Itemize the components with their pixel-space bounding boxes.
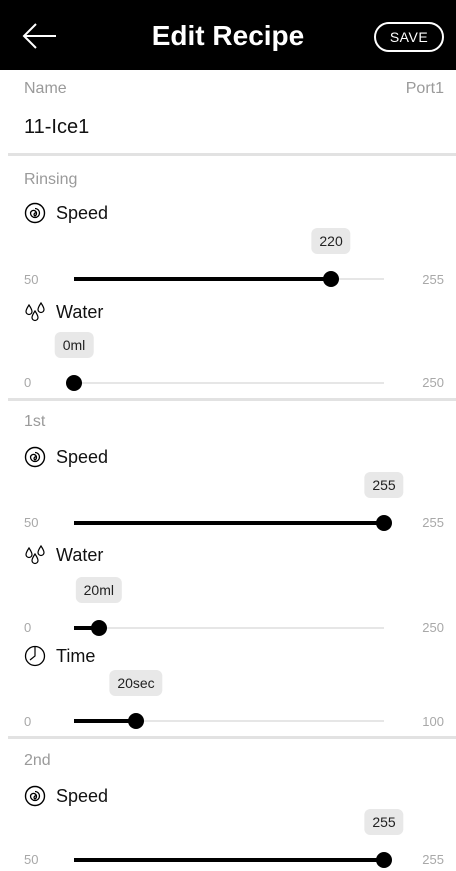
recipe-name-field[interactable]: 11-Ice1: [24, 116, 89, 139]
slider-max: 255: [422, 852, 444, 867]
slider-min: 50: [24, 515, 39, 530]
slider-knob[interactable]: [376, 852, 392, 868]
param-speed-label: Speed: [24, 446, 108, 468]
speed-slider[interactable]: 255: [74, 809, 404, 868]
param-water-label: Water: [24, 544, 103, 566]
slider-knob[interactable]: [323, 271, 340, 287]
slider-fill: [74, 277, 332, 281]
slider-max: 100: [422, 714, 444, 729]
slider-knob[interactable]: [90, 620, 107, 636]
slider-min: 50: [24, 852, 39, 867]
water-slider[interactable]: 0ml: [54, 332, 384, 391]
slider-max: 255: [422, 272, 444, 287]
param-label: Speed: [56, 202, 109, 223]
section-title: 2nd: [24, 752, 51, 769]
header-bar: Edit Recipe SAVE: [0, 0, 456, 70]
speed-slider[interactable]: 255: [74, 472, 404, 531]
param-water-label: Water: [24, 301, 103, 323]
time-slider[interactable]: 20sec: [74, 670, 384, 729]
slider-max: 255: [422, 515, 444, 530]
param-label: Water: [56, 301, 104, 322]
slider-value-bubble: 20sec: [109, 670, 163, 696]
slider-value-bubble: 220: [311, 228, 351, 254]
water-drops-icon: [25, 544, 45, 565]
section-1st: 1st Speed 50 255 255 Water 0 250 20ml Ti…: [0, 401, 456, 736]
water-drops-icon: [25, 301, 45, 322]
section-title: Rinsing: [24, 171, 78, 188]
water-slider[interactable]: 20ml: [74, 577, 384, 636]
param-label: Water: [56, 544, 104, 565]
spiral-icon: [24, 446, 46, 468]
slider-value-bubble: 255: [364, 809, 404, 835]
param-label: Time: [56, 645, 96, 666]
section-rinsing: Rinsing Speed 50 255 220 Water 0 250 0ml: [0, 156, 456, 398]
slider-knob[interactable]: [376, 515, 392, 531]
speed-slider[interactable]: 220: [74, 228, 384, 287]
param-label: Speed: [56, 446, 109, 467]
slider-min: 0: [24, 620, 32, 635]
slider-fill: [74, 521, 384, 525]
section-2nd: 2nd Speed 50 255 255: [0, 739, 456, 871]
section-title: 1st: [24, 413, 46, 430]
slider-min: 0: [24, 714, 32, 729]
timer-icon: [24, 645, 46, 667]
slider-max: 250: [422, 375, 444, 390]
param-speed-label: Speed: [24, 202, 108, 224]
name-label: Name: [24, 80, 67, 97]
slider-min: 50: [24, 272, 39, 287]
name-section: Name Port1 11-Ice1: [0, 70, 456, 153]
slider-min: 0: [24, 375, 32, 390]
param-speed-label: Speed: [24, 785, 108, 807]
save-button[interactable]: SAVE: [374, 22, 444, 52]
slider-fill: [74, 719, 136, 723]
param-label: Speed: [56, 785, 109, 806]
slider-value-bubble: 0ml: [54, 332, 94, 358]
slider-max: 250: [422, 620, 444, 635]
slider-knob[interactable]: [128, 713, 144, 729]
slider-fill: [74, 858, 384, 862]
param-time-label: Time: [24, 645, 95, 667]
slider-value-bubble: 20ml: [75, 577, 122, 603]
spiral-icon: [24, 785, 46, 807]
slider-value-bubble: 255: [364, 472, 404, 498]
port-label: Port1: [405, 80, 444, 97]
slider-knob[interactable]: [66, 375, 82, 391]
spiral-icon: [24, 202, 46, 224]
